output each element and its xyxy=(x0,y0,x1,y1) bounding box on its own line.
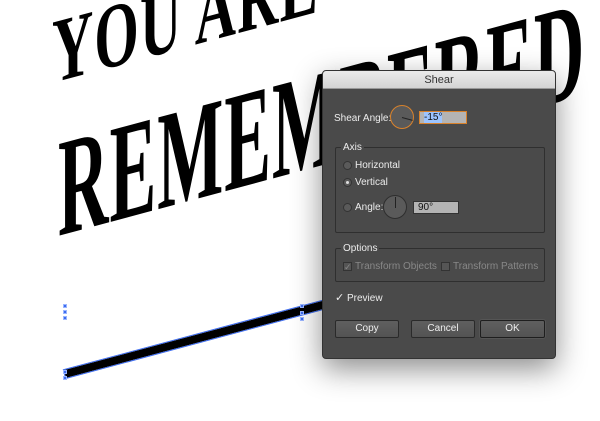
selection-handle[interactable] xyxy=(300,317,304,321)
dial-needle-icon xyxy=(395,197,396,208)
angle-radio[interactable] xyxy=(343,203,352,212)
dial-needle-icon xyxy=(401,117,413,121)
selection-handle[interactable] xyxy=(300,311,304,315)
horizontal-label[interactable]: Horizontal xyxy=(355,160,400,171)
axis-angle-dial[interactable] xyxy=(383,195,407,219)
transform-patterns-checkbox[interactable] xyxy=(441,262,450,271)
copy-button[interactable]: Copy xyxy=(335,320,399,338)
vertical-radio[interactable] xyxy=(343,178,352,187)
vertical-label[interactable]: Vertical xyxy=(355,177,388,188)
angle-label[interactable]: Angle: xyxy=(355,202,383,213)
ok-button[interactable]: OK xyxy=(480,320,545,338)
axis-label: Axis xyxy=(341,142,364,153)
horizontal-radio[interactable] xyxy=(343,161,352,170)
selection-handle[interactable] xyxy=(63,370,67,374)
shear-angle-value: -15° xyxy=(424,112,443,123)
shear-angle-label: Shear Angle: xyxy=(334,113,392,124)
selection-handle[interactable] xyxy=(63,376,67,380)
preview-label[interactable]: Preview xyxy=(347,293,383,304)
selection-handle[interactable] xyxy=(63,304,67,308)
shear-angle-input[interactable]: -15° xyxy=(419,111,467,124)
transform-objects-checkbox[interactable]: ✓ xyxy=(343,262,352,272)
cancel-button[interactable]: Cancel xyxy=(411,320,475,338)
selected-path[interactable] xyxy=(62,290,328,388)
selection-handle[interactable] xyxy=(300,304,304,308)
selection-handle[interactable] xyxy=(63,316,67,320)
shear-dialog: Shear Shear Angle: -15° Axis Horizontal … xyxy=(322,70,556,359)
transform-patterns-label: Transform Patterns xyxy=(453,261,539,272)
shear-angle-dial[interactable] xyxy=(390,105,414,129)
preview-checkbox[interactable]: ✓ xyxy=(335,293,344,304)
options-label: Options xyxy=(341,243,380,254)
axis-angle-input[interactable]: 90° xyxy=(413,201,459,214)
transform-objects-label: Transform Objects xyxy=(355,261,437,272)
selection-handle[interactable] xyxy=(63,310,67,314)
dialog-title[interactable]: Shear xyxy=(323,71,555,89)
